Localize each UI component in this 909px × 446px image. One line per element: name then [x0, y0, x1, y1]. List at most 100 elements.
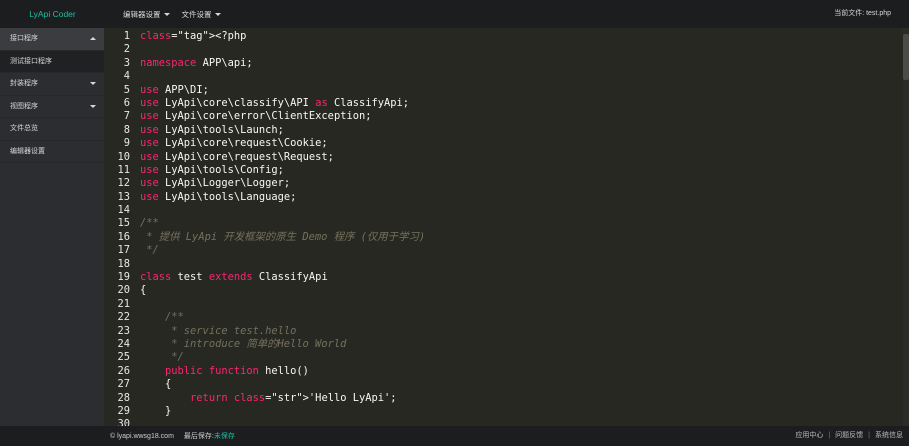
last-saved-label: 最后保存:: [183, 433, 214, 440]
code-line[interactable]: 6 use LyApi\core\classify\API as Classify…: [104, 97, 909, 110]
sidebar-item-api-programs[interactable]: 接口程序: [0, 28, 104, 51]
link-separator: |: [828, 432, 831, 439]
code-text: * 提供 LyApi 开发框架的原生 Demo 程序 (仅用于学习): [140, 230, 426, 243]
link-separator: |: [868, 432, 870, 439]
line-number: 22: [117, 311, 130, 324]
sidebar: 接口程序 测试接口程序 封装程序 视图程序 文件总览 编辑器设置: [0, 28, 104, 426]
link-system-info[interactable]: 系统信息: [875, 426, 903, 446]
code-text: use LyApi\core\request\Request;: [140, 150, 334, 163]
line-number: 25: [117, 351, 130, 364]
code-line[interactable]: 7 use LyApi\core\error\ClientException;: [104, 110, 909, 123]
fold-marker-icon: [132, 191, 140, 204]
code-text: use LyApi\core\error\ClientException;: [140, 110, 372, 123]
code-line[interactable]: 8 use LyApi\tools\Launch;: [104, 124, 909, 137]
fold-marker-icon: [132, 405, 140, 418]
code-line[interactable]: 5 use APP\DI;: [104, 84, 909, 97]
copyright-text: © lyapi.wwsg18.com: [110, 432, 174, 440]
code-line[interactable]: 30: [104, 418, 909, 426]
code-line[interactable]: 11 use LyApi\tools\Config;: [104, 164, 909, 177]
caret-up-icon: [90, 37, 96, 40]
sidebar-item-label: 编辑器设置: [10, 147, 45, 155]
current-file-label: 当前文件: test.php: [834, 10, 891, 17]
sidebar-item-view-programs[interactable]: 视图程序: [0, 96, 104, 118]
code-text: */: [140, 351, 184, 364]
line-number: 1: [123, 30, 130, 42]
sidebar-item-wrapper-programs[interactable]: 封装程序: [0, 73, 104, 96]
code-line[interactable]: 17 */: [104, 244, 909, 257]
fold-marker-icon: [132, 231, 140, 244]
app-brand[interactable]: LyApi Coder: [0, 9, 105, 19]
code-line[interactable]: 23 * service test.hello: [104, 325, 909, 338]
fold-marker-icon: [132, 244, 140, 257]
code-line[interactable]: 25 */: [104, 351, 909, 364]
code-line[interactable]: 9 use LyApi\core\request\Cookie;: [104, 137, 909, 150]
fold-marker-icon: [132, 57, 140, 70]
sidebar-item-editor-settings[interactable]: 编辑器设置: [0, 141, 104, 163]
code-line[interactable]: 1 class="tag"><?php: [104, 30, 909, 43]
line-number: 16: [117, 230, 130, 243]
line-number: 4: [123, 70, 130, 83]
footer-links: 应用中心 | 问题反馈 | 系统信息: [795, 426, 903, 446]
sidebar-item-file-overview[interactable]: 文件总览: [0, 118, 104, 141]
code-text: return class="str">'Hello LyApi';: [190, 391, 397, 404]
code-editor[interactable]: 1 class="tag"><?php 2 3 namespace APP\api; 4 5…: [104, 28, 909, 426]
fold-marker-icon: [132, 284, 140, 297]
code-line[interactable]: 14: [104, 204, 909, 217]
code-line[interactable]: 24 * introduce 简单的Hello World: [104, 338, 909, 351]
code-line[interactable]: 20 {: [104, 284, 909, 297]
code-line[interactable]: 29 }: [104, 405, 909, 418]
code-text: {: [140, 378, 172, 391]
sidebar-item-label: 视图程序: [10, 102, 38, 110]
code-line[interactable]: 26 public function hello(): [104, 365, 909, 378]
line-number: 10: [117, 150, 130, 163]
sidebar-item-label: 封装程序: [10, 80, 38, 87]
code-line[interactable]: 3 namespace APP\api;: [104, 57, 909, 70]
menu-file-settings[interactable]: 文件设置: [182, 9, 221, 20]
fold-marker-icon: [132, 151, 140, 164]
line-number: 6: [123, 96, 130, 109]
code-line[interactable]: 21: [104, 298, 909, 311]
line-number: 7: [123, 110, 130, 123]
sidebar-item-test-api-program[interactable]: 测试接口程序: [0, 50, 104, 73]
caret-down-icon: [90, 82, 96, 85]
code-line[interactable]: 4: [104, 70, 909, 83]
code-text: use LyApi\core\classify\API as ClassifyA…: [140, 96, 410, 109]
fold-marker-icon: [132, 351, 140, 364]
fold-marker-icon: [132, 365, 140, 378]
code-text: /**: [140, 311, 184, 324]
code-line[interactable]: 19 class test extends ClassifyApi: [104, 271, 909, 284]
line-number: 26: [117, 364, 130, 377]
menu-editor-settings[interactable]: 编辑器设置: [123, 9, 170, 20]
code-lines[interactable]: 1 class="tag"><?php 2 3 namespace APP\api; 4 5…: [104, 30, 909, 426]
code-line[interactable]: 10 use LyApi\core\request\Request;: [104, 151, 909, 164]
code-line[interactable]: 27 {: [104, 378, 909, 391]
link-app-center[interactable]: 应用中心: [795, 426, 823, 446]
sidebar-item-label: 接口程序: [10, 35, 38, 42]
fold-marker-icon: [132, 258, 140, 271]
code-line[interactable]: 13 use LyApi\tools\Language;: [104, 191, 909, 204]
fold-marker-icon: [132, 325, 140, 338]
fold-marker-icon: [132, 392, 140, 405]
link-feedback[interactable]: 问题反馈: [835, 426, 863, 446]
code-text: */: [140, 244, 159, 257]
code-text: /**: [140, 217, 159, 230]
code-line[interactable]: 16 * 提供 LyApi 开发框架的原生 Demo 程序 (仅用于学习): [104, 231, 909, 244]
menu-editor-settings-label: 编辑器设置: [123, 9, 161, 19]
fold-marker-icon: [132, 271, 140, 284]
menu-file-settings-label: 文件设置: [181, 9, 212, 19]
scrollbar[interactable]: [903, 28, 909, 426]
code-line[interactable]: 28 return class="str">'Hello LyApi';: [104, 392, 909, 405]
fold-marker-icon: [132, 204, 140, 217]
code-text: public function hello(): [165, 364, 309, 377]
code-line[interactable]: 15 /**: [104, 217, 909, 230]
fold-marker-icon: [132, 177, 140, 190]
code-text: class="tag"><?php: [140, 30, 247, 42]
code-line[interactable]: 18: [104, 258, 909, 271]
code-line[interactable]: 22 /**: [104, 311, 909, 324]
line-number: 17: [117, 244, 130, 257]
code-line[interactable]: 12 use LyApi\Logger\Logger;: [104, 177, 909, 190]
scrollbar-thumb[interactable]: [903, 34, 909, 80]
line-number: 15: [117, 217, 130, 230]
code-line[interactable]: 2: [104, 43, 909, 56]
fold-marker-icon: [132, 124, 140, 137]
